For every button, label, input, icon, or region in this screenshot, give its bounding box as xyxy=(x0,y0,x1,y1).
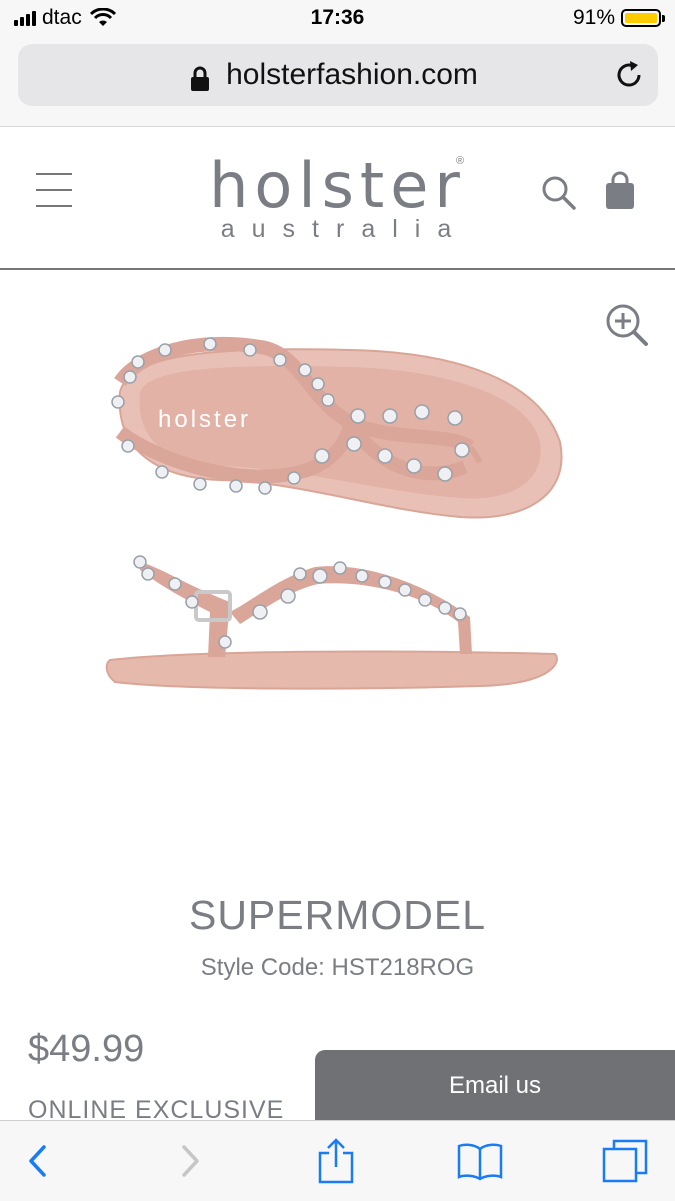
forward-button[interactable] xyxy=(140,1121,240,1201)
battery-group: 91% xyxy=(572,6,665,30)
sole-brand-text: holster xyxy=(158,406,251,433)
product-image[interactable]: holster xyxy=(100,312,570,712)
logo-subtitle: australia xyxy=(220,215,469,243)
share-button[interactable] xyxy=(286,1121,386,1201)
bookmarks-button[interactable] xyxy=(430,1121,530,1201)
tabs-button[interactable] xyxy=(575,1121,675,1201)
zoom-in-icon[interactable] xyxy=(604,302,650,348)
shopping-bag-icon[interactable] xyxy=(604,171,636,211)
product-price: $49.99 xyxy=(28,1028,145,1070)
product-style-code: Style Code: HST218ROG xyxy=(200,954,475,981)
forward-chevron-icon xyxy=(182,1145,199,1177)
status-bar: dtac 17:36 91% xyxy=(0,0,675,38)
search-icon[interactable] xyxy=(540,174,578,212)
logo-registered-mark: ® xyxy=(456,155,465,167)
battery-icon xyxy=(621,9,665,27)
sandal-side-sole xyxy=(105,650,558,690)
reload-icon[interactable] xyxy=(614,60,644,90)
back-button[interactable] xyxy=(0,1121,88,1201)
back-chevron-icon xyxy=(29,1145,46,1177)
site-header: holster ® australia xyxy=(0,127,675,270)
product-title: SUPERMODEL xyxy=(188,892,487,938)
share-icon xyxy=(318,1138,354,1184)
battery-percent: 91% xyxy=(572,6,615,29)
tabs-icon xyxy=(602,1139,648,1183)
email-us-button[interactable]: Email us xyxy=(315,1050,675,1122)
browser-toolbar xyxy=(0,1120,675,1201)
url-text: holsterfashion.com xyxy=(226,58,478,91)
bookmarks-icon xyxy=(457,1143,503,1181)
address-bar[interactable]: holsterfashion.com xyxy=(18,44,658,106)
browser-address-area: holsterfashion.com xyxy=(0,38,675,127)
